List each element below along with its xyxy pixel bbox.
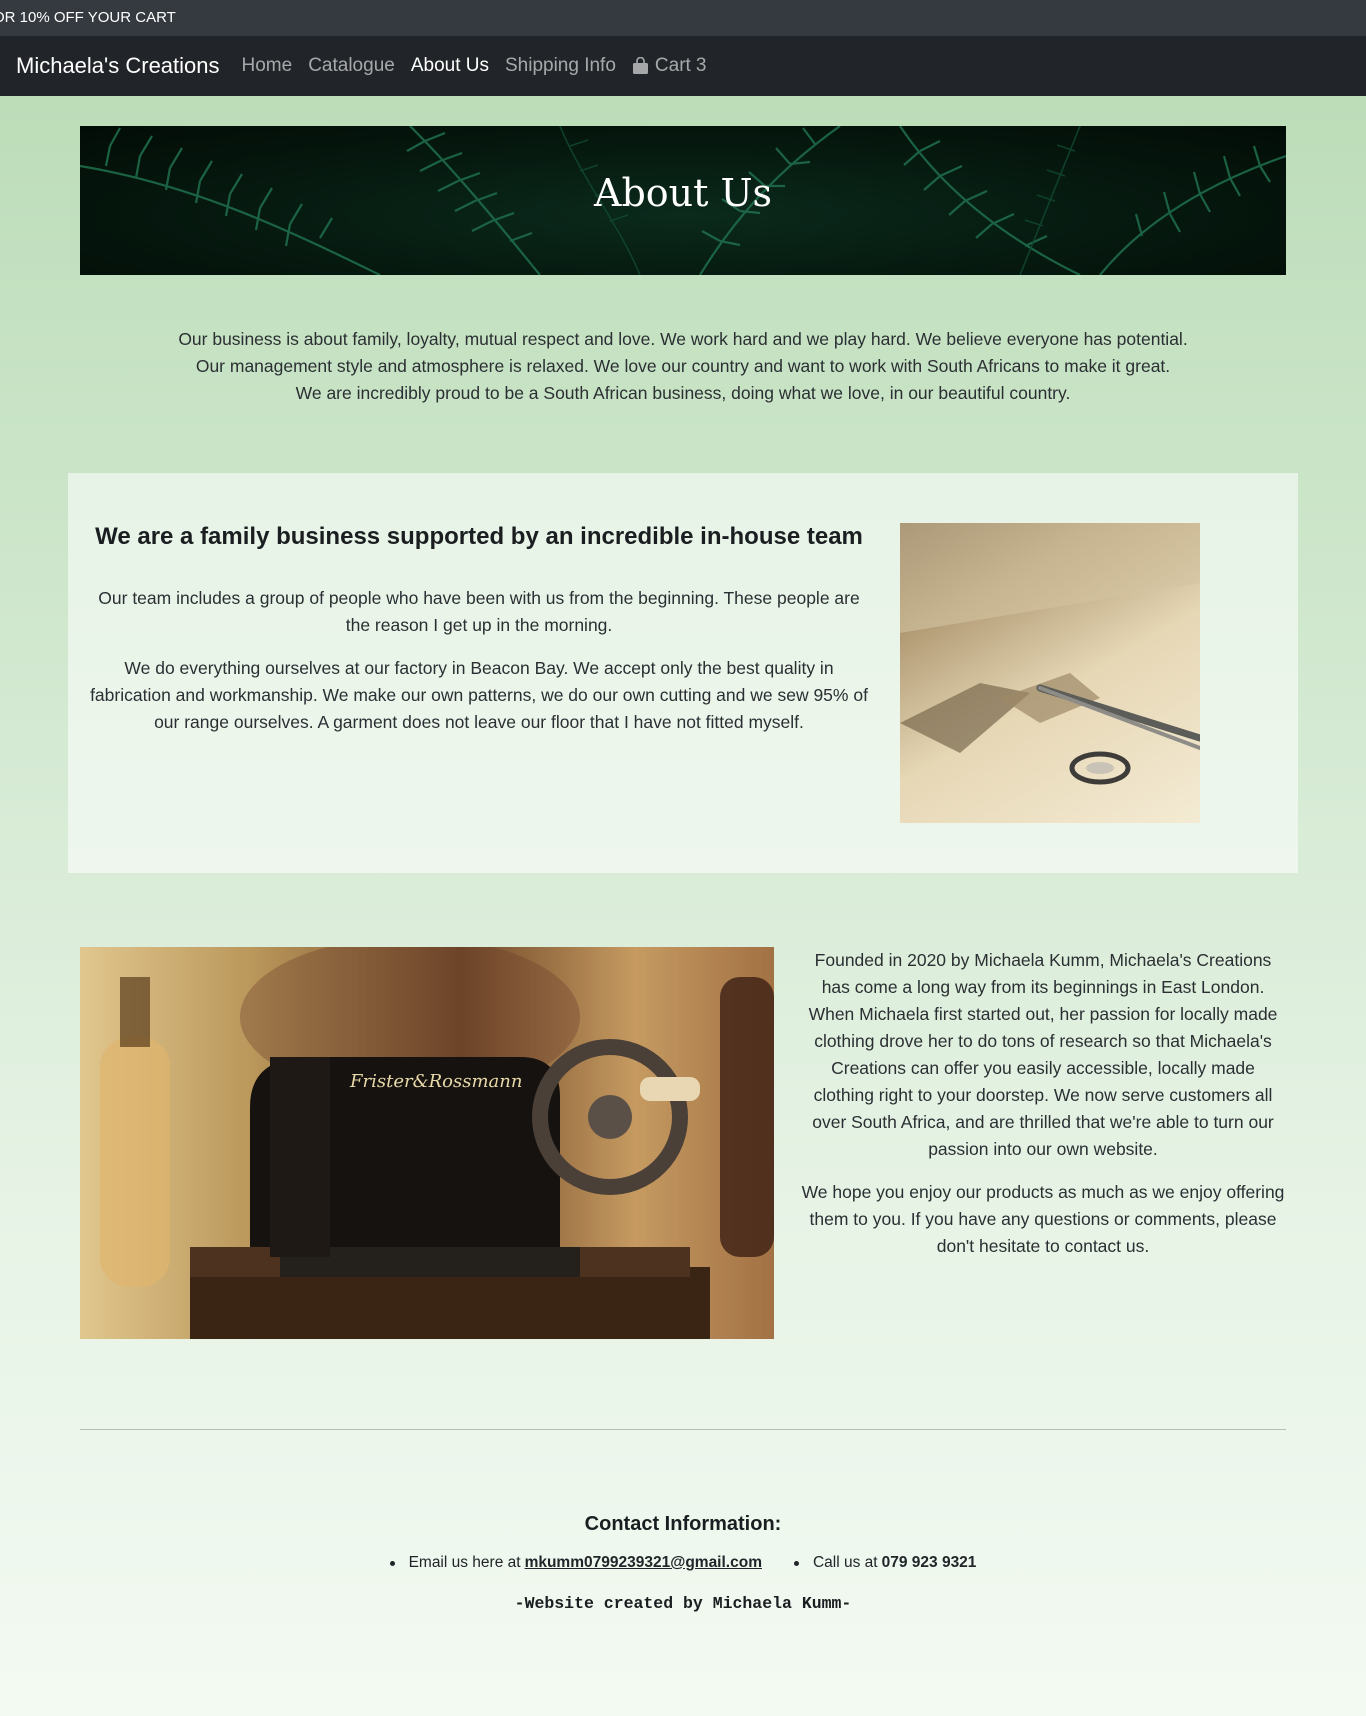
team-paragraph-1: Our team includes a group of people who … (98, 588, 860, 635)
main-navbar: Michaela's Creations Home Catalogue Abou… (0, 36, 1366, 96)
promo-banner: OR 10% OFF YOUR CART (0, 0, 1366, 36)
intro-line: Our business is about family, loyalty, m… (178, 329, 1188, 349)
team-section: We are a family business supported by an… (68, 473, 1298, 873)
footer-credit: -Website created by Michaela Kumm- (514, 1594, 852, 1613)
email-prefix: Email us here at (408, 1554, 521, 1571)
phone-prefix: Call us at (812, 1554, 878, 1571)
scissors-illustration (900, 523, 1200, 785)
intro-text: Our business is about family, loyalty, m… (80, 326, 1286, 407)
nav-catalogue[interactable]: Catalogue (300, 55, 403, 77)
cart-count: 3 (695, 55, 707, 76)
contact-phone-item: Call us at 079 923 9321 (794, 1554, 976, 1572)
sewing-machine-image: Frister&Rossmann (80, 947, 774, 1339)
contact-email-item: Email us here at mkumm0799239321@gmail.c… (390, 1554, 762, 1572)
intro-line: We are incredibly proud to be a South Af… (295, 383, 1071, 403)
intro-line: Our management style and atmosphere is r… (195, 356, 1171, 376)
team-heading: We are a family business supported by an… (95, 523, 863, 550)
nav-home[interactable]: Home (234, 55, 301, 77)
shopping-bag-icon (632, 57, 648, 74)
cart-label: Cart (654, 55, 691, 76)
nav-shipping-info[interactable]: Shipping Info (497, 55, 624, 77)
nav-cart[interactable]: Cart 3 (624, 55, 714, 77)
phone-number: 079 923 9321 (881, 1554, 977, 1571)
scissors-image (900, 523, 1200, 823)
email-link[interactable]: mkumm0799239321@gmail.com (525, 1554, 762, 1572)
section-divider (80, 1429, 1286, 1430)
hero-banner: About Us (80, 126, 1286, 275)
sewing-machine-illustration: Frister&Rossmann (80, 947, 774, 1339)
story-text: Founded in 2020 by Michaela Kumm, Michae… (800, 947, 1286, 1276)
team-paragraph-2: We do everything ourselves at our factor… (90, 658, 868, 732)
page-title: About Us (594, 171, 772, 215)
contact-list: Email us here at mkumm0799239321@gmail.c… (0, 1554, 1366, 1572)
machine-brand-label: Frister&Rossmann (349, 1071, 522, 1092)
story-paragraph-2: We hope you enjoy our products as much a… (801, 1182, 1285, 1256)
contact-title: Contact Information: (584, 1513, 782, 1535)
brand-link[interactable]: Michaela's Creations (16, 53, 220, 79)
nav-about-us[interactable]: About Us (403, 55, 497, 77)
team-text: We are a family business supported by an… (84, 523, 874, 752)
story-paragraph-1: Founded in 2020 by Michaela Kumm, Michae… (808, 950, 1278, 1159)
promo-text: OR 10% OFF YOUR CART (0, 9, 176, 26)
